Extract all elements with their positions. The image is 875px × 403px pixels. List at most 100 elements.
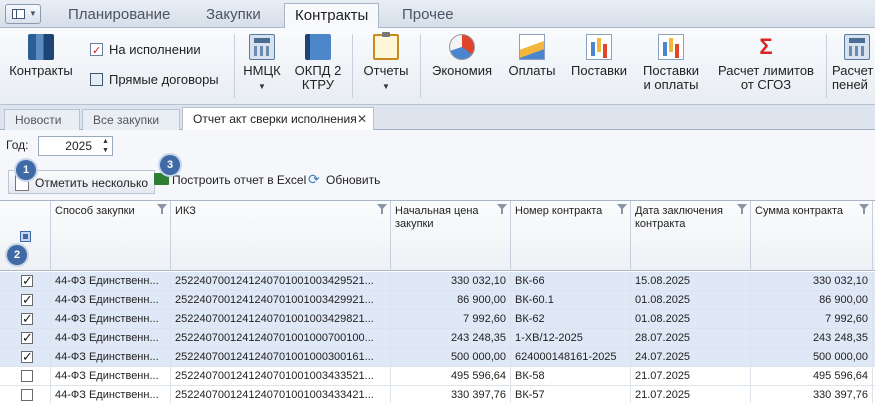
row-checkbox[interactable]	[21, 272, 33, 290]
deliveries-payments-button[interactable]: Поставки и оплаты	[638, 34, 704, 92]
step-badge: 2	[7, 245, 27, 265]
table-row[interactable]: 44-ФЗ Единственн...252240700124124070100…	[0, 272, 875, 291]
method-cell: 44-ФЗ Единственн...	[51, 310, 171, 329]
filter-icon[interactable]	[617, 204, 627, 214]
tab-contracts[interactable]: Контракты	[284, 3, 380, 28]
select-cell	[0, 272, 51, 291]
pie-chart-icon	[449, 34, 475, 60]
app-menu-button[interactable]: ▼	[5, 4, 41, 24]
column-header-ikz[interactable]: ИКЗ	[171, 201, 391, 271]
calculator-icon	[249, 34, 275, 60]
initial-price-cell: 500 000,00	[391, 348, 511, 367]
chevron-down-icon: ▼	[29, 9, 37, 18]
row-checkbox[interactable]	[21, 370, 33, 382]
ribbon-separator	[352, 34, 353, 98]
ikz-cell: 2522407001241240701001003429821...	[171, 310, 391, 329]
clipboard-icon	[373, 32, 399, 60]
table-row[interactable]: 44-ФЗ Единственн...252240700124124070100…	[0, 386, 875, 403]
row-checkbox[interactable]	[21, 291, 33, 309]
reports-button[interactable]: Отчеты ▼	[358, 32, 414, 94]
column-header-initial-price[interactable]: Начальная цена закупки	[391, 201, 511, 271]
document-tabs: Новости Все закупки Отчет акт сверки исп…	[0, 105, 875, 131]
select-all-icon[interactable]	[20, 231, 31, 242]
spin-arrows-icon[interactable]: ▲ ▼	[99, 137, 112, 155]
direct-contracts-button[interactable]: Прямые договоры	[90, 70, 219, 90]
filter-icon[interactable]	[157, 204, 167, 214]
calculator-icon	[844, 34, 870, 60]
column-header-contract-number[interactable]: Номер контракта	[511, 201, 631, 271]
step-badge: 1	[16, 160, 36, 180]
column-label: Способ закупки	[55, 205, 135, 217]
method-cell: 44-ФЗ Единственн...	[51, 348, 171, 367]
column-header-method[interactable]: Способ закупки	[51, 201, 171, 271]
table-row[interactable]: 44-ФЗ Единственн...252240700124124070100…	[0, 329, 875, 348]
calc-fines-label: Расчет пеней	[832, 63, 874, 92]
row-checkbox[interactable]	[21, 329, 33, 347]
table-row[interactable]: 44-ФЗ Единственн...252240700124124070100…	[0, 291, 875, 310]
doc-tab-all-purchases[interactable]: Все закупки	[82, 109, 180, 130]
tab-purchases[interactable]: Закупки	[196, 3, 271, 28]
deliveries-button[interactable]: Поставки	[566, 34, 632, 78]
doc-tab-news[interactable]: Новости	[4, 109, 80, 130]
row-checkbox[interactable]	[21, 348, 33, 366]
column-label: ИКЗ	[175, 205, 196, 217]
contract-date-cell: 01.08.2025	[631, 310, 751, 329]
method-cell: 44-ФЗ Единственн...	[51, 272, 171, 291]
tab-other[interactable]: Прочее	[392, 3, 464, 28]
table-row[interactable]: 44-ФЗ Единственн...252240700124124070100…	[0, 310, 875, 329]
row-checkbox[interactable]	[21, 310, 33, 328]
refresh-button[interactable]: ⟳ Обновить	[308, 168, 380, 192]
contracts-button[interactable]: Контракты	[4, 34, 78, 78]
contract-sum-cell: 86 900,00	[751, 291, 873, 310]
select-cell	[0, 310, 51, 329]
contract-number-cell: 624000148161-2025	[511, 348, 631, 367]
payments-button[interactable]: Оплаты	[503, 34, 561, 78]
year-stepper[interactable]: 2025 ▲ ▼	[38, 136, 113, 156]
in-execution-button[interactable]: На исполнении	[90, 40, 201, 61]
contract-date-cell: 21.07.2025	[631, 386, 751, 403]
select-cell	[0, 329, 51, 348]
refresh-icon: ⟳	[308, 171, 320, 187]
area-chart-icon	[519, 34, 545, 60]
column-label: Начальная цена закупки	[395, 205, 479, 230]
select-cell	[0, 291, 51, 310]
contract-number-cell: 1-ХВ/12-2025	[511, 329, 631, 348]
in-execution-label: На исполнении	[109, 42, 201, 57]
doc-tab-report[interactable]: Отчет акт сверки исполнения ✕	[182, 107, 374, 131]
row-checkbox[interactable]	[21, 389, 33, 401]
contract-number-cell: ВК-66	[511, 272, 631, 291]
column-label: Номер контракта	[515, 205, 603, 217]
book-icon	[305, 34, 331, 60]
contracts-grid: Способ закупки ИКЗ Начальная цена закупк…	[0, 200, 875, 403]
filter-icon[interactable]	[859, 204, 869, 214]
tab-planning[interactable]: Планирование	[58, 3, 180, 28]
calc-limits-label: Расчет лимитов от СГОЗ	[718, 63, 814, 92]
menu-bar: ▼ Планирование Закупки Контракты Прочее	[0, 0, 875, 28]
ikz-cell: 2522407001241240701001003429521...	[171, 272, 391, 291]
dropdown-arrow-icon: ▼	[382, 82, 390, 91]
method-cell: 44-ФЗ Единственн...	[51, 367, 171, 386]
payments-label: Оплаты	[508, 63, 556, 78]
filter-icon[interactable]	[737, 204, 747, 214]
column-header-contract-sum[interactable]: Сумма контракта	[751, 201, 873, 271]
deliveries-payments-label: Поставки и оплаты	[643, 63, 699, 92]
contract-sum-cell: 7 992,60	[751, 310, 873, 329]
ribbon-separator	[420, 34, 421, 98]
ikz-cell: 2522407001241240701001003433421...	[171, 386, 391, 403]
column-header-contract-date[interactable]: Дата заключения контракта	[631, 201, 751, 271]
ribbon: Контракты На исполнении Прямые договоры …	[0, 28, 875, 105]
filter-icon[interactable]	[497, 204, 507, 214]
bar-chart-icon	[658, 34, 684, 60]
filter-icon[interactable]	[377, 204, 387, 214]
grid-header: Способ закупки ИКЗ Начальная цена закупк…	[0, 201, 875, 271]
table-row[interactable]: 44-ФЗ Единственн...252240700124124070100…	[0, 367, 875, 386]
close-icon[interactable]: ✕	[357, 108, 367, 130]
year-label: Год:	[6, 138, 29, 152]
okpd-button[interactable]: ОКПД 2 КТРУ	[290, 34, 346, 92]
economy-button[interactable]: Экономия	[426, 34, 498, 78]
select-column-header	[0, 201, 51, 271]
nmck-button[interactable]: НМЦК ▼	[240, 34, 284, 94]
calc-fines-button[interactable]: Расчет пеней	[832, 34, 875, 92]
table-row[interactable]: 44-ФЗ Единственн...252240700124124070100…	[0, 348, 875, 367]
calc-limits-button[interactable]: Σ Расчет лимитов от СГОЗ	[710, 34, 822, 92]
